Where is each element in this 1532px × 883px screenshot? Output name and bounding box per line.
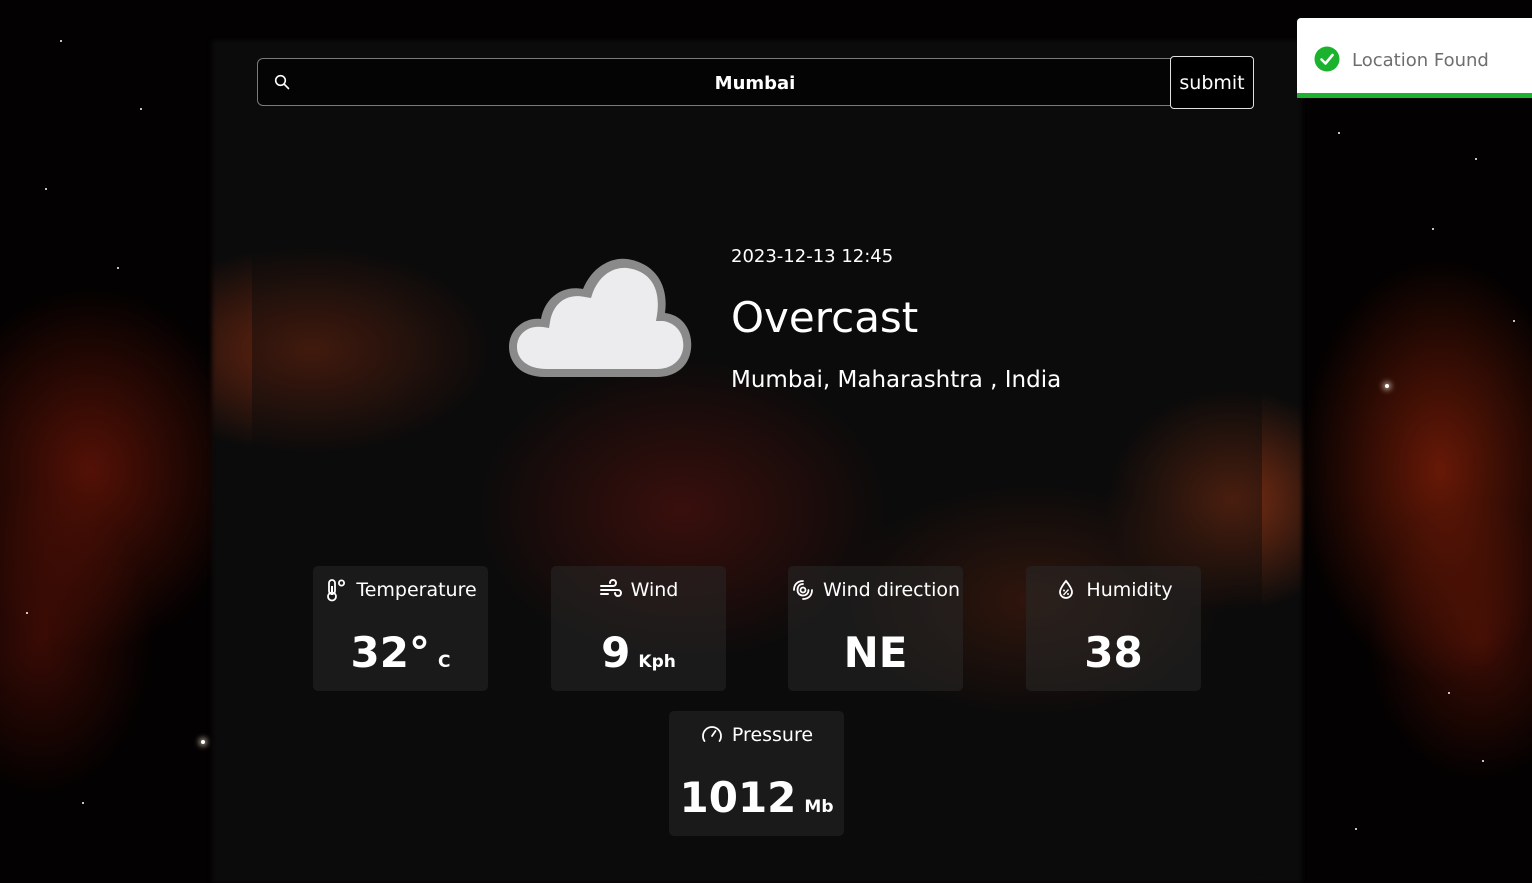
cyclone-icon [793,580,813,600]
humidity-label: Humidity [1086,579,1173,601]
toast-progress-bar [1297,93,1532,98]
weather-condition: Overcast [731,293,919,342]
star [82,802,84,804]
wind-number: 9 [601,628,631,677]
temperature-unit: C [437,652,451,672]
star [1385,384,1389,388]
check-circle-icon [1314,46,1340,72]
star [1482,760,1484,762]
star [201,740,205,744]
search-bar [257,58,1253,107]
thermometer-icon [327,579,346,602]
temperature-label: Temperature [356,579,477,601]
pressure-value: 1012 Mb [669,773,844,822]
temperature-value: 32° C [313,628,488,677]
droplet-percent-icon [1059,579,1074,599]
humidity-card: Humidity 38 [1026,566,1201,691]
star [140,108,142,110]
temperature-card: Temperature 32° C [313,566,488,691]
star [117,267,119,269]
toast-notification[interactable]: Location Found [1297,18,1532,98]
wind-direction-label: Wind direction [822,579,961,601]
star [1355,828,1357,830]
wind-value: 9 Kph [551,628,726,677]
toast-message: Location Found [1352,50,1489,71]
datetime-text: 2023-12-13 12:45 [731,246,894,267]
submit-button[interactable]: submit [1170,56,1254,109]
star [26,612,28,614]
search-input[interactable] [298,59,1212,107]
wind-card: Wind 9 Kph [551,566,726,691]
location-text: Mumbai, Maharashtra , India [731,367,1062,393]
temperature-number: 32° [350,628,430,677]
star [1432,228,1434,230]
pressure-number: 1012 [679,773,797,822]
wind-direction-card: Wind direction NE [788,566,963,691]
pressure-label: Pressure [731,724,814,746]
star [1475,158,1477,160]
star [1513,320,1515,322]
star [1448,692,1450,694]
cloud-icon [509,258,692,377]
wind-unit: Kph [638,652,676,672]
star [45,188,47,190]
wind-icon [599,579,622,597]
star [1338,132,1340,134]
pressure-card: Pressure 1012 Mb [669,711,844,836]
wind-label: Wind [630,579,679,601]
gauge-icon [702,726,722,742]
pressure-unit: Mb [804,797,834,817]
humidity-value: 38 [1084,628,1143,677]
star [60,40,62,42]
search-icon [274,74,290,90]
wind-direction-value: NE [843,628,908,677]
